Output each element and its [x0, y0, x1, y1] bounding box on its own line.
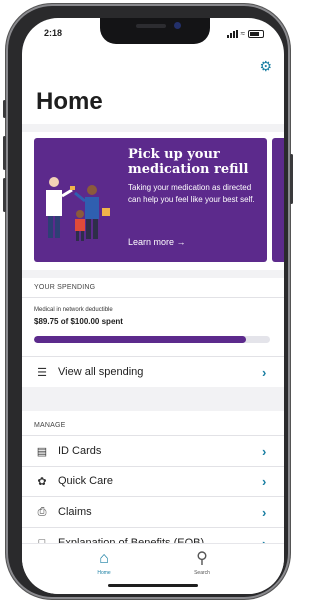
deductible-label: Medical in network deductible [34, 307, 113, 313]
view-all-spending-label: View all spending [58, 366, 144, 378]
tab-home-label: Home [97, 570, 111, 576]
family-illustration-icon [46, 177, 110, 241]
claims-row[interactable]: ⎙ Claims › [22, 497, 284, 528]
chevron-right-icon: › [262, 364, 267, 380]
signal-icon [226, 29, 238, 38]
spent-amount: $89.75 of $100.00 spent [34, 317, 123, 326]
section-divider [22, 124, 284, 132]
view-all-spending-row[interactable]: ☰ View all spending › [22, 356, 284, 388]
banner-body: Taking your medication as directed can h… [128, 183, 255, 204]
claims-label: Claims [58, 506, 92, 518]
home-icon: ⌂ [99, 550, 109, 567]
printer-icon: ⎙ [37, 505, 47, 518]
volume-up-button [3, 136, 6, 170]
id-cards-label: ID Cards [58, 445, 102, 457]
battery-icon [248, 29, 264, 38]
manage-section-label: MANAGE [34, 422, 66, 429]
chevron-right-icon: › [262, 473, 267, 489]
learn-more-link[interactable]: Learn more → [128, 237, 186, 247]
deductible-progress-bar [34, 336, 270, 343]
quick-care-label: Quick Care [58, 475, 114, 487]
status-time: 2:18 [44, 28, 63, 38]
section-divider [22, 270, 284, 278]
tab-home[interactable]: ⌂ Home [74, 550, 134, 576]
mute-switch [3, 100, 6, 118]
status-bar: 2:18 ≈ [22, 28, 284, 42]
tab-search-label: Search [194, 570, 210, 576]
screen: 2:18 ≈ ⚙ Home Pick up your medication re… [22, 18, 284, 594]
stethoscope-icon: ✿ [37, 475, 47, 488]
list-icon: ☰ [37, 366, 47, 379]
chevron-right-icon: › [262, 504, 267, 520]
quick-care-row[interactable]: ✿ Quick Care › [22, 466, 284, 497]
power-button [290, 154, 293, 204]
id-card-icon: ▤ [36, 445, 48, 458]
progress-fill [34, 336, 247, 343]
gear-icon[interactable]: ⚙ [259, 59, 272, 73]
section-divider [22, 387, 284, 411]
promo-banner[interactable]: Pick up your medication refill Taking yo… [34, 138, 267, 262]
home-indicator [108, 584, 198, 587]
tab-search[interactable]: ⚲ Search [172, 550, 232, 576]
volume-down-button [3, 178, 6, 212]
spending-section-label: YOUR SPENDING [34, 284, 96, 291]
status-icons: ≈ [226, 29, 264, 38]
wifi-icon: ≈ [240, 29, 245, 38]
page-title: Home [36, 88, 103, 115]
divider-line [22, 297, 284, 298]
chevron-right-icon: › [262, 443, 267, 459]
id-cards-row[interactable]: ▤ ID Cards › [22, 435, 284, 467]
search-icon: ⚲ [196, 550, 208, 567]
banner-title: Pick up your medication refill [128, 147, 249, 177]
next-banner-peek[interactable] [272, 138, 284, 262]
phone-frame: 2:18 ≈ ⚙ Home Pick up your medication re… [3, 4, 293, 599]
